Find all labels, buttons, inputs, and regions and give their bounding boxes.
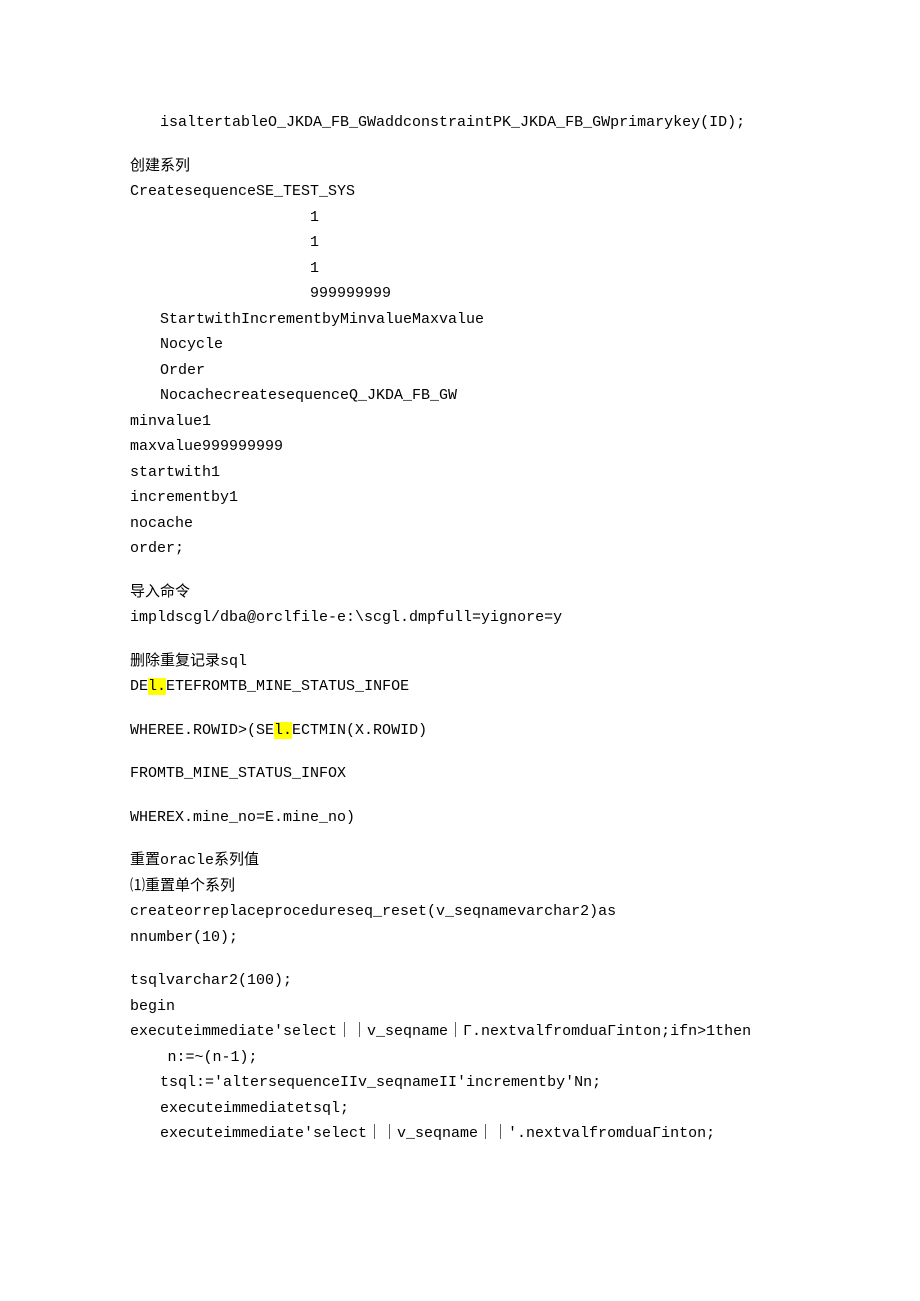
- code-line: executeimmediate'select｜｜v_seqname｜Γ.nex…: [130, 1019, 790, 1045]
- code-line: isaltertableO_JKDA_FB_GWaddconstraintPK_…: [130, 110, 790, 136]
- code-line: minvalue1: [130, 409, 790, 435]
- code-line: impldscgl/dba@orclfile-e:\scgl.dmpfull=y…: [130, 605, 790, 631]
- code-line: tsqlvarchar2(100);: [130, 968, 790, 994]
- code-line: begin: [130, 994, 790, 1020]
- code-line: WHEREE.ROWID>(SEl.ECTMIN(X.ROWID): [130, 718, 790, 744]
- code-line: createorreplaceprocedureseq_reset(v_seqn…: [130, 899, 790, 925]
- code-line: Nocycle: [130, 332, 790, 358]
- text-fragment: DE: [130, 678, 148, 695]
- code-line: order;: [130, 536, 790, 562]
- code-line: NocachecreatesequenceQ_JKDA_FB_GW: [130, 383, 790, 409]
- text-fragment: ECTMIN(X.ROWID): [292, 722, 427, 739]
- code-line: 1: [130, 205, 790, 231]
- text-fragment: ETEFROMTB_MINE_STATUS_INFOE: [166, 678, 409, 695]
- code-line: maxvalue999999999: [130, 434, 790, 460]
- code-line: 1: [130, 230, 790, 256]
- highlighted-text: l.: [274, 722, 292, 739]
- section-subtitle: ⑴重置单个系列: [130, 874, 790, 900]
- code-line: executeimmediatetsql;: [130, 1096, 790, 1122]
- section-title: 导入命令: [130, 580, 790, 606]
- code-line: startwith1: [130, 460, 790, 486]
- code-line: Order: [130, 358, 790, 384]
- code-line: DEl.ETEFROMTB_MINE_STATUS_INFOE: [130, 674, 790, 700]
- code-line: WHEREX.mine_no=E.mine_no): [130, 805, 790, 831]
- section-title: 创建系列: [130, 154, 790, 180]
- code-line: FROMTB_MINE_STATUS_INFOX: [130, 761, 790, 787]
- code-line: n:=~(n-1);: [130, 1045, 790, 1071]
- code-line: nocache: [130, 511, 790, 537]
- code-line: CreatesequenceSE_TEST_SYS: [130, 179, 790, 205]
- code-line: nnumber(10);: [130, 925, 790, 951]
- code-line: 1: [130, 256, 790, 282]
- code-line: StartwithIncrementbyMinvalueMaxvalue: [130, 307, 790, 333]
- code-line: tsql:='altersequenceIIv_seqnameII'increm…: [130, 1070, 790, 1096]
- code-line: incrementby1: [130, 485, 790, 511]
- code-line: 999999999: [130, 281, 790, 307]
- highlighted-text: l.: [148, 678, 166, 695]
- text-fragment: WHEREE.ROWID>(SE: [130, 722, 274, 739]
- section-title: 删除重复记录sql: [130, 649, 790, 675]
- code-line: executeimmediate'select｜｜v_seqname｜｜'.ne…: [130, 1121, 790, 1147]
- section-title: 重置oracle系列值: [130, 848, 790, 874]
